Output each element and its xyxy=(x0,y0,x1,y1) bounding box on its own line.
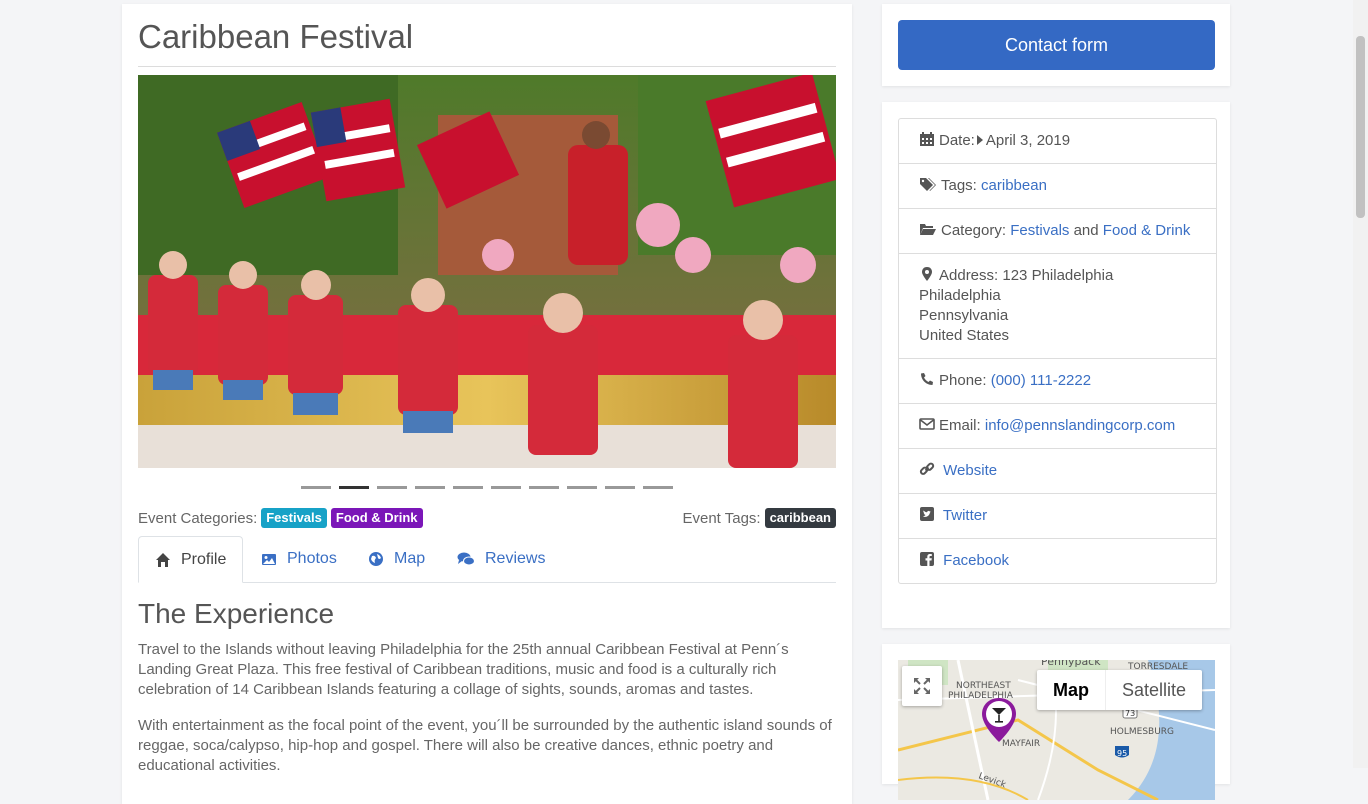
event-tags-label: Event Tags: xyxy=(682,509,761,527)
comments-icon xyxy=(457,552,475,566)
info-twitter: Twitter xyxy=(899,494,1216,539)
address-label: Address: xyxy=(939,267,999,284)
category-badge-festivals[interactable]: Festivals xyxy=(261,508,327,528)
image-icon xyxy=(262,554,276,565)
address-line: Philadelphia xyxy=(919,287,1001,304)
page-title: Caribbean Festival xyxy=(138,18,414,55)
phone-link[interactable]: (000) 111-2222 xyxy=(991,372,1091,389)
twitter-square-icon xyxy=(920,507,934,521)
facebook-square-icon xyxy=(920,552,934,566)
title-divider xyxy=(138,66,836,67)
map-label-northeast: NORTHEAST xyxy=(956,681,1011,691)
home-icon xyxy=(156,552,170,567)
fullscreen-icon xyxy=(914,678,930,694)
event-hero-image[interactable] xyxy=(138,75,836,468)
calendar-icon xyxy=(920,132,934,146)
globe-icon xyxy=(369,552,383,566)
facebook-link[interactable]: Facebook xyxy=(943,552,1009,569)
event-categories: Event Categories: Festivals Food & Drink xyxy=(138,508,423,528)
map-card: Pennypack TORRESDALE NORTHEAST PHILADELP… xyxy=(882,644,1230,800)
event-main-card: Caribbean Festival Event Categories: Fes… xyxy=(122,4,852,804)
map-marker-icon xyxy=(922,267,932,281)
contact-card: Contact form xyxy=(882,4,1230,86)
info-address: Address: 123 Philadelphia Philadelphia Pen… xyxy=(899,254,1216,359)
category-and: and xyxy=(1073,222,1099,239)
event-map-pin[interactable] xyxy=(980,696,1018,744)
date-label: Date: xyxy=(939,132,975,149)
carousel-indicator[interactable] xyxy=(605,486,635,489)
tab-label: Map xyxy=(394,550,426,567)
carousel-indicator[interactable] xyxy=(453,486,483,489)
map-fullscreen-button[interactable] xyxy=(902,666,942,706)
scrollbar-thumb[interactable] xyxy=(1356,36,1365,218)
contact-form-button[interactable]: Contact form xyxy=(898,20,1215,70)
website-link[interactable]: Website xyxy=(943,462,997,479)
info-email: Email: info@pennslandingcorp.com xyxy=(899,404,1216,449)
carousel-indicator[interactable] xyxy=(301,486,331,489)
category-label: Category: xyxy=(941,222,1007,239)
event-tags: Event Tags: caribbean xyxy=(682,508,836,528)
info-facebook: Facebook xyxy=(899,539,1216,583)
caret-right-icon xyxy=(976,135,983,145)
twitter-link[interactable]: Twitter xyxy=(943,507,987,524)
address-line: United States xyxy=(919,327,1010,344)
tag-link-caribbean[interactable]: caribbean xyxy=(981,177,1047,194)
event-meta-row: Event Categories: Festivals Food & Drink… xyxy=(138,508,836,530)
tags-label: Tags: xyxy=(941,177,977,194)
envelope-icon xyxy=(919,418,935,430)
address-line: 123 Philadelphia xyxy=(1002,267,1114,284)
info-website: Website xyxy=(899,449,1216,494)
tab-map[interactable]: Map xyxy=(368,536,425,582)
category-badge-food-drink[interactable]: Food & Drink xyxy=(330,508,423,528)
link-icon xyxy=(919,462,935,475)
category-link-festivals[interactable]: Festivals xyxy=(1010,222,1069,239)
address-line: Pennsylvania xyxy=(919,307,1009,324)
tab-photos[interactable]: Photos xyxy=(261,536,337,582)
carousel-indicator[interactable] xyxy=(567,486,597,489)
folder-open-icon xyxy=(920,224,936,235)
carousel-indicator[interactable] xyxy=(415,486,445,489)
info-phone: Phone: (000) 111-2222 xyxy=(899,359,1216,404)
carousel-indicator[interactable] xyxy=(339,486,369,489)
map-type-map-button[interactable]: Map xyxy=(1037,670,1106,710)
map-route-shield: 73 xyxy=(1125,709,1135,718)
phone-icon xyxy=(921,373,933,385)
carousel-indicator[interactable] xyxy=(643,486,673,489)
category-link-food-drink[interactable]: Food & Drink xyxy=(1103,222,1191,239)
event-info-list: Date: April 3, 2019 Tags: caribbean Categ… xyxy=(898,118,1217,584)
event-info-card: Date: April 3, 2019 Tags: caribbean Categ… xyxy=(882,102,1230,628)
tab-profile[interactable]: Profile xyxy=(138,536,244,583)
tab-label: Profile xyxy=(181,550,227,568)
map-label-pennypack: Pennypack xyxy=(1041,660,1101,668)
carousel-indicator[interactable] xyxy=(377,486,407,489)
info-category: Category: Festivals and Food & Drink xyxy=(899,209,1216,254)
section-heading: The Experience xyxy=(138,598,335,629)
email-link[interactable]: info@pennslandingcorp.com xyxy=(985,417,1175,434)
phone-label: Phone: xyxy=(939,372,987,389)
info-tags: Tags: caribbean xyxy=(899,164,1216,209)
page-scrollbar[interactable] xyxy=(1353,0,1368,768)
map-label-holmesburg: HOLMESBURG xyxy=(1110,727,1174,737)
tab-label: Photos xyxy=(287,550,337,567)
event-map[interactable]: Pennypack TORRESDALE NORTHEAST PHILADELP… xyxy=(898,660,1215,800)
tab-label: Reviews xyxy=(485,550,546,567)
map-type-satellite-button[interactable]: Satellite xyxy=(1106,670,1202,710)
map-type-control: Map Satellite xyxy=(1037,670,1203,710)
event-tabs: Profile Photos Map Reviews xyxy=(138,536,836,583)
date-value: April 3, 2019 xyxy=(985,132,1071,149)
event-categories-label: Event Categories: xyxy=(138,509,258,527)
info-date: Date: April 3, 2019 xyxy=(899,119,1216,164)
map-route-shield: 95 xyxy=(1117,749,1127,758)
description-paragraph: With entertainment as the focal point of… xyxy=(138,717,832,774)
tag-badge-caribbean[interactable]: caribbean xyxy=(764,508,836,528)
tab-reviews[interactable]: Reviews xyxy=(457,536,545,582)
parade-photo xyxy=(138,75,836,468)
email-label: Email: xyxy=(939,417,981,434)
carousel-indicators xyxy=(301,486,673,489)
tags-icon xyxy=(920,178,936,191)
carousel-indicator[interactable] xyxy=(529,486,559,489)
description-paragraph: Travel to the Islands without leaving Ph… xyxy=(138,641,789,698)
carousel-indicator[interactable] xyxy=(491,486,521,489)
